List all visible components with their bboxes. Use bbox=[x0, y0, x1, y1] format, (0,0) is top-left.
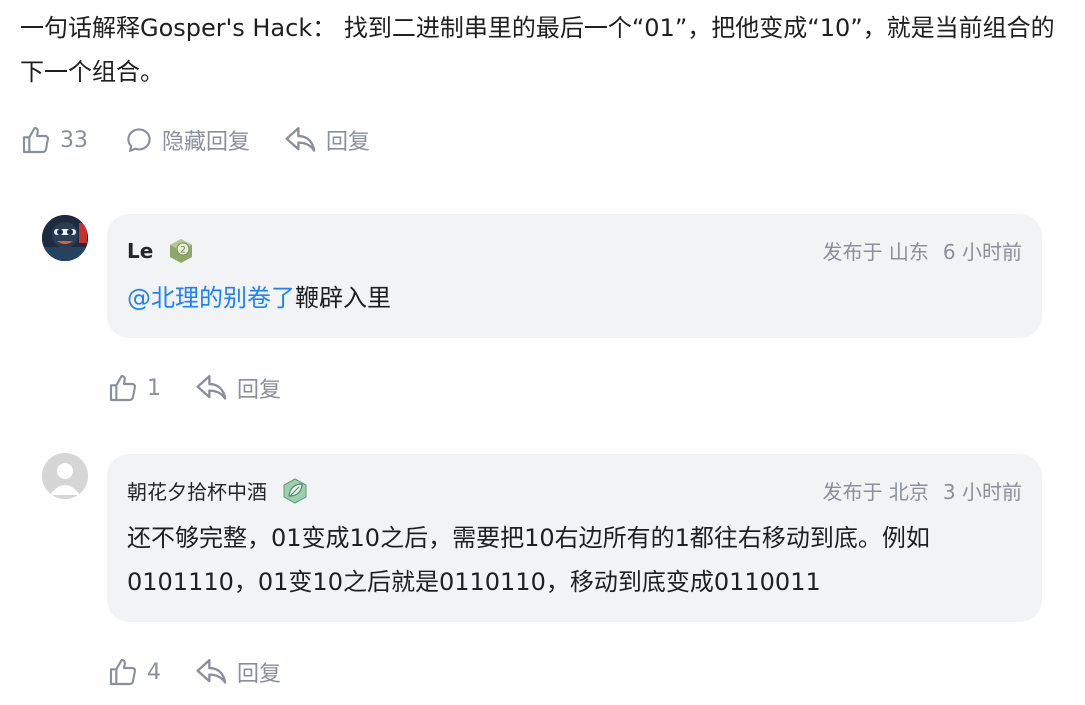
post-info: 发布于 山东 6 小时前 bbox=[823, 236, 1022, 265]
reply-label: 回复 bbox=[326, 130, 371, 155]
reply-arrow-icon bbox=[196, 659, 227, 684]
hide-replies-button[interactable]: 隐藏回复 bbox=[124, 124, 250, 156]
location: 发布于 山东 bbox=[822, 240, 929, 264]
reply-meta: 朝花夕拾杯中酒 发布于 北京 3 小时前 bbox=[127, 476, 1022, 505]
mention-link[interactable]: @北理的别卷了 bbox=[127, 284, 295, 312]
avatar-placeholder[interactable] bbox=[42, 453, 88, 499]
leaf-badge bbox=[281, 477, 309, 505]
reply-meta: Le 2 发布于 山东 6 小时前 bbox=[127, 236, 1022, 265]
timestamp: 6 小时前 bbox=[942, 240, 1022, 264]
reply-text: @北理的别卷了鞭辟入里 bbox=[127, 276, 1020, 320]
reply-arrow-icon bbox=[285, 127, 316, 152]
like-count: 33 bbox=[60, 127, 88, 153]
reply-button[interactable]: 回复 bbox=[195, 656, 281, 688]
username[interactable]: 朝花夕拾杯中酒 bbox=[127, 476, 267, 505]
reply-actions: 4 回复 bbox=[107, 656, 281, 688]
reply-actions: 1 回复 bbox=[107, 372, 281, 404]
username[interactable]: Le bbox=[127, 239, 153, 263]
level-number: 2 bbox=[180, 245, 186, 255]
thumb-up-icon bbox=[109, 374, 136, 402]
thumb-up-icon bbox=[109, 658, 136, 686]
post-info: 发布于 北京 3 小时前 bbox=[823, 476, 1022, 505]
like-count: 4 bbox=[147, 659, 161, 685]
top-comment-actions: 33 隐藏回复 回复 bbox=[20, 124, 370, 156]
reply-button[interactable]: 回复 bbox=[195, 372, 281, 404]
reply-bubble: 朝花夕拾杯中酒 发布于 北京 3 小时前 还不够完整，01变成10之后，需要把1… bbox=[107, 454, 1042, 622]
like-count: 1 bbox=[147, 375, 161, 401]
top-comment-text: 一句话解释Gosper's Hack： 找到二进制串里的最后一个“01”，把他变… bbox=[20, 14, 1055, 86]
leaf-badge-icon bbox=[283, 477, 307, 504]
reply-label: 回复 bbox=[237, 662, 282, 687]
reply-bubble: Le 2 发布于 山东 6 小时前 @北理的别卷了鞭辟入里 bbox=[107, 214, 1042, 338]
reply-label: 回复 bbox=[237, 378, 282, 403]
avatar[interactable] bbox=[42, 215, 88, 261]
like-button[interactable]: 33 bbox=[20, 124, 88, 156]
hide-replies-label: 隐藏回复 bbox=[162, 130, 251, 155]
reply-text: 还不够完整，01变成10之后，需要把10右边所有的1都往右移动到底。例如0101… bbox=[127, 524, 930, 596]
level-badge-icon: 2 bbox=[170, 238, 193, 263]
reply-arrow-icon bbox=[196, 375, 227, 400]
comment-icon bbox=[127, 128, 151, 153]
reply-body: 鞭辟入里 bbox=[295, 284, 391, 312]
timestamp: 3 小时前 bbox=[942, 480, 1022, 504]
location: 发布于 北京 bbox=[822, 480, 929, 504]
like-button[interactable]: 1 bbox=[107, 372, 161, 404]
level-badge: 2 bbox=[167, 237, 195, 265]
like-button[interactable]: 4 bbox=[107, 656, 161, 688]
thumb-up-icon bbox=[22, 126, 49, 154]
reply-button[interactable]: 回复 bbox=[284, 124, 370, 156]
